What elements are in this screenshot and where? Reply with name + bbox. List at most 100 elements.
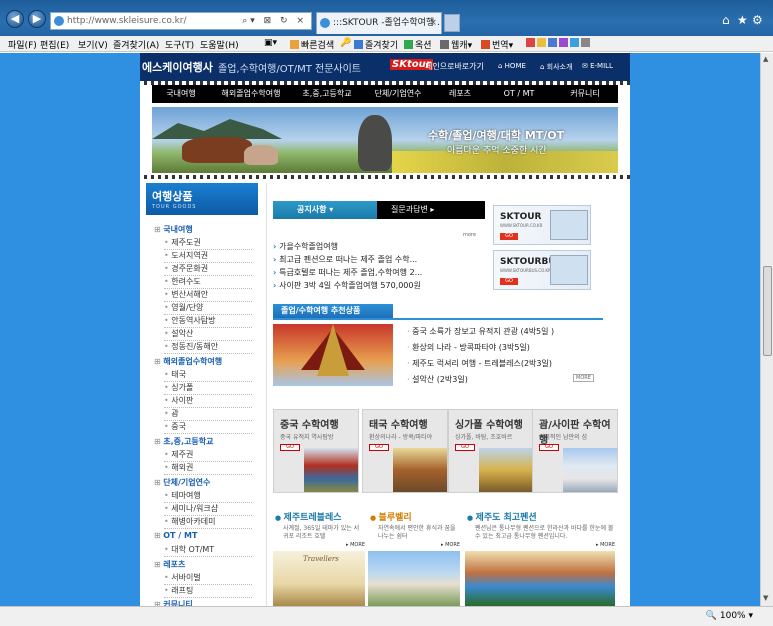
sidebar-item[interactable]: 태국 — [164, 369, 252, 382]
menu-help[interactable]: 도움말(H) — [200, 38, 239, 51]
nav-domestic[interactable]: 국내여행 — [152, 85, 210, 103]
sidebar-item[interactable]: 경주문화권 — [164, 263, 252, 276]
recommend-item[interactable]: 환상의 나라 - 방콕파타야 (3박5일) — [407, 342, 530, 353]
sidebar-item[interactable]: 해병아카데미 — [164, 516, 252, 529]
scroll-up-icon[interactable]: ▲ — [763, 55, 768, 63]
notice-more-link[interactable]: more — [463, 232, 476, 238]
sidebar-item[interactable]: 제주도권 — [164, 237, 252, 250]
tab-qna[interactable]: 질문과답변 ▸ — [377, 201, 485, 219]
translate-button[interactable]: 번역▾ — [481, 38, 513, 51]
menu-edit[interactable]: 편집(E) — [40, 38, 69, 51]
menu-file[interactable]: 파일(F) — [8, 38, 37, 51]
sidebar-item[interactable]: 테마여행 — [164, 490, 252, 503]
sidebar-item[interactable]: 세미나/워크샵 — [164, 503, 252, 516]
toolbar-dropdown-icon[interactable]: ▣▾ — [264, 38, 277, 48]
favorites-star-icon[interactable]: ★ — [737, 13, 748, 27]
address-controls[interactable]: ⌕▾ ⊠ ↻ × — [242, 13, 307, 29]
sidebar-item[interactable]: 대학 OT/MT — [164, 544, 252, 557]
sidebar-cat-corporate[interactable]: 단체/기업연수 — [154, 477, 210, 488]
sidebar-item[interactable]: 정동진/동해안 — [164, 341, 252, 354]
sidebar-item[interactable]: 서바이벌 — [164, 572, 252, 585]
zoom-control[interactable]: 🔍 100% ▾ — [706, 611, 753, 621]
company-link[interactable]: ⌂ 회사소개 — [540, 62, 572, 72]
sidebar-item[interactable]: 변산서해안 — [164, 289, 252, 302]
recommend-more-button[interactable]: MORE — [573, 374, 594, 382]
sidebar-cat-overseas[interactable]: 해외졸업수학여행 — [154, 356, 222, 367]
pension-travellers[interactable]: 제주트레블레스 사계절, 365일 테마가 있는 서귀포 리조트 호텔 ▸ MO… — [273, 508, 365, 606]
sidebar-item[interactable]: 한려수도 — [164, 276, 252, 289]
sktour-shortcut[interactable]: 페인으로바로가기 — [425, 61, 484, 72]
scroll-thumb[interactable] — [763, 266, 772, 356]
quick-search-button[interactable]: 빠른검색 — [290, 38, 334, 51]
notice-item[interactable]: 가을수학졸업여행 — [273, 241, 338, 252]
go-button[interactable]: GO — [500, 233, 518, 240]
sidebar-item[interactable]: 사이판 — [164, 395, 252, 408]
sidebar-item[interactable]: 괌 — [164, 408, 252, 421]
sidebar-cat-leports[interactable]: 레포츠 — [154, 559, 185, 570]
forward-button[interactable]: ▶ — [28, 10, 46, 28]
thai-temple-image[interactable] — [273, 324, 393, 386]
package-thailand[interactable]: 태국 수학여행 환상의나라 - 방콕/파타야 GO — [362, 409, 448, 493]
nav-otmt[interactable]: OT / MT — [486, 85, 552, 103]
recommend-item[interactable]: 제주도 럭셔리 여행 - 트레블레스(2박3일) — [407, 358, 552, 369]
nav-schools[interactable]: 초,중,고등학교 — [292, 85, 362, 103]
home-icon[interactable]: ⌂ — [722, 13, 730, 27]
sidebar-item[interactable]: 설악산 — [164, 328, 252, 341]
site-logo[interactable]: 에스케이여행사 — [142, 59, 213, 75]
key-icon[interactable]: 🔑 — [340, 38, 351, 48]
sidebar-item[interactable]: 중국 — [164, 421, 252, 434]
go-button[interactable]: GO — [455, 444, 475, 451]
vertical-scrollbar[interactable]: ▲ ▼ — [760, 53, 773, 606]
nav-overseas[interactable]: 해외졸업수학여행 — [210, 85, 292, 103]
more-link[interactable]: ▸ MORE — [346, 542, 365, 548]
auction-button[interactable]: 옥션 — [404, 38, 432, 51]
package-china[interactable]: 중국 수학여행 중국 유적지 역사탐방 GO — [273, 409, 359, 493]
gear-icon[interactable]: ⚙ — [752, 13, 763, 27]
pension-bluevalley[interactable]: 블루벨리 자연속에서 편안한 휴식과 꿈을 나누는 쉼터 ▸ MORE — [368, 508, 460, 606]
address-bar[interactable]: http://www.skleisure.co.kr/ ⌕▾ ⊠ ↻ × — [50, 12, 312, 30]
sidebar-item[interactable]: 안동역사탐방 — [164, 315, 252, 328]
sidebar-cat-otmt[interactable]: OT / MT — [154, 531, 197, 540]
recommend-item[interactable]: 설악산 (2박3일) — [407, 374, 468, 385]
notice-item[interactable]: 사이판 3박 4일 수학졸업여행 570,000원 — [273, 280, 421, 291]
more-link[interactable]: ▸ MORE — [596, 542, 615, 548]
sidebar-item[interactable]: 영월/단양 — [164, 302, 252, 315]
notice-item[interactable]: 최고급 펜션으로 떠나는 제주 졸업 수학... — [273, 254, 417, 265]
scroll-down-icon[interactable]: ▼ — [763, 594, 768, 602]
nav-leports[interactable]: 레포츠 — [434, 85, 486, 103]
menu-view[interactable]: 보기(V) — [78, 38, 108, 51]
go-button[interactable]: GO — [369, 444, 389, 451]
browser-tab[interactable]: :::SKTOUR -졸업수학여행 ... × — [316, 12, 442, 34]
new-tab-button[interactable] — [444, 14, 460, 32]
sidebar-item[interactable]: 도서지역권 — [164, 250, 252, 263]
tab-close-icon[interactable]: × — [429, 13, 437, 33]
sidebar-item[interactable]: 해외권 — [164, 462, 252, 475]
favorites-button[interactable]: 즐겨찾기 — [354, 38, 398, 51]
back-button[interactable]: ◀ — [6, 10, 24, 28]
sktourbus-banner[interactable]: SKTOURBUS WWW.SKTOURBUS.CO.KR GO — [493, 250, 591, 290]
sidebar-item[interactable]: 싱가폴 — [164, 382, 252, 395]
toolbar-misc-icons[interactable] — [526, 38, 592, 49]
pension-jeju-best[interactable]: 제주도 최고펜션 펜션님은 통나무형 펜션으로 한라산과 바다를 한눈에 볼 수… — [465, 508, 615, 606]
sidebar-item[interactable]: 제주권 — [164, 449, 252, 462]
sktour-banner[interactable]: SKTOUR WWW.SKTOUR.CO.KR GO — [493, 205, 591, 245]
email-link[interactable]: ✉ E-MILL — [582, 62, 613, 70]
go-button[interactable]: GO — [500, 278, 518, 285]
go-button[interactable]: GO — [539, 444, 559, 451]
menu-favorites[interactable]: 즐겨찾기(A) — [113, 38, 159, 51]
notice-item[interactable]: 특급호텔로 떠나는 제주 졸업,수학여행 2... — [273, 267, 422, 278]
package-guam-saipan[interactable]: 괌/사이판 수학여행 이국적인 남만의 섬 GO — [532, 409, 618, 493]
tab-notice[interactable]: 공지사항 ▾ — [273, 201, 377, 219]
recommend-item[interactable]: 중국 소륙가 장보고 유적지 관광 (4박5일 ) — [407, 326, 554, 337]
nav-community[interactable]: 커뮤니티 — [552, 85, 618, 103]
go-button[interactable]: GO — [280, 444, 300, 451]
webcapture-button[interactable]: 웹캐▾ — [440, 38, 472, 51]
more-link[interactable]: ▸ MORE — [441, 542, 460, 548]
nav-corporate[interactable]: 단체/기업연수 — [362, 85, 434, 103]
sidebar-cat-schools[interactable]: 초,중,고등학교 — [154, 436, 213, 447]
menu-tools[interactable]: 도구(T) — [165, 38, 194, 51]
sidebar-cat-domestic[interactable]: 국내여행 — [154, 224, 192, 235]
home-link[interactable]: ⌂ HOME — [498, 62, 526, 70]
package-singapore[interactable]: 싱가폴 수학여행 싱가폴, 바탐, 조호바르 GO — [448, 409, 534, 493]
sidebar-item[interactable]: 래프팅 — [164, 585, 252, 598]
